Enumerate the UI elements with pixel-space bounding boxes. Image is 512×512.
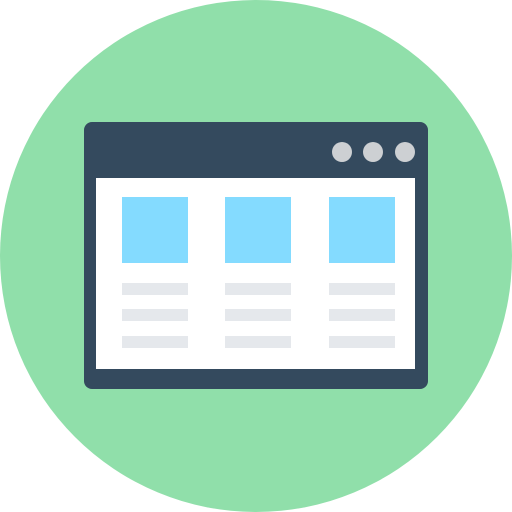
text-line-placeholder (122, 336, 188, 348)
image-placeholder-icon (122, 197, 188, 263)
text-line-placeholder (329, 309, 395, 321)
browser-window (84, 122, 428, 389)
image-placeholder-icon (225, 197, 291, 263)
text-line-placeholder (329, 283, 395, 295)
text-line-placeholder (225, 336, 291, 348)
window-title-bar (84, 122, 428, 178)
content-card (225, 197, 291, 348)
window-control-dot-icon (363, 142, 383, 162)
browser-window-grid-icon (0, 0, 512, 512)
text-line-placeholder (122, 309, 188, 321)
text-line-placeholder (225, 283, 291, 295)
text-line-placeholder (225, 309, 291, 321)
window-content-area (96, 178, 415, 369)
text-line-placeholder (122, 283, 188, 295)
window-control-dot-icon (395, 142, 415, 162)
text-line-placeholder (329, 336, 395, 348)
image-placeholder-icon (329, 197, 395, 263)
content-card (329, 197, 395, 348)
window-control-dot-icon (332, 142, 352, 162)
content-card (122, 197, 188, 348)
